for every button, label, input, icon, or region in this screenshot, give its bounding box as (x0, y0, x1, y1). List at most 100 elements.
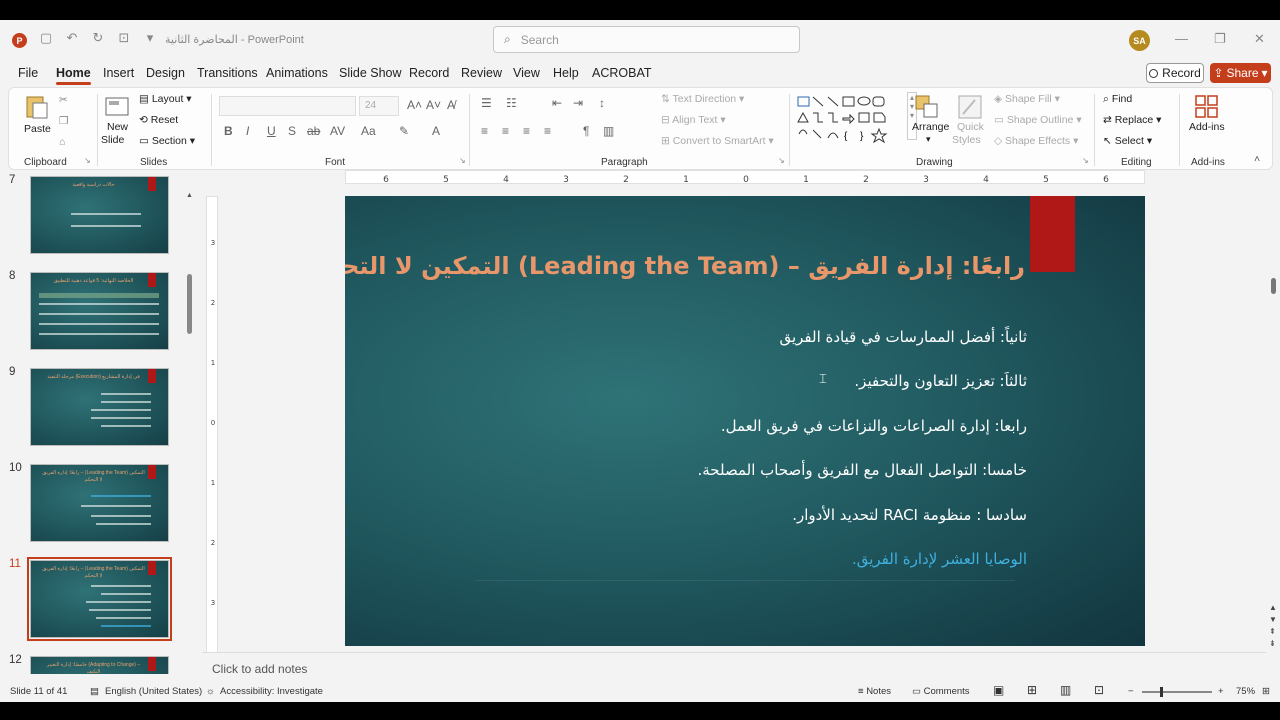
proofing-icon[interactable]: ▤ (90, 686, 99, 697)
paste-label[interactable]: Paste (24, 123, 51, 135)
slide-scrollbar[interactable]: ▲ ▼ ⇞ ⇟ (1266, 172, 1280, 662)
slide-sorter-icon[interactable]: ⊞ (1027, 683, 1037, 697)
new-slide-icon[interactable] (104, 94, 130, 120)
thumbnails-scrollbar[interactable]: ▲ ▼ (186, 192, 194, 692)
zoom-level[interactable]: 75% (1236, 686, 1255, 697)
reset-button[interactable]: ⟲ Reset (139, 114, 178, 126)
format-painter-icon[interactable]: ⌂ (59, 136, 65, 148)
tab-review[interactable]: Review (461, 66, 502, 80)
arrange-label[interactable]: Arrange (912, 121, 949, 133)
slide-thumbnail-selected[interactable]: رابعًا: إدارة الفريق – (Leading the Team… (27, 557, 172, 641)
decrease-indent-icon[interactable]: ⇤ (552, 96, 562, 110)
cut-icon[interactable]: ✂ (59, 94, 68, 106)
redo-icon[interactable]: ↻ (90, 30, 106, 46)
shape-effects-button[interactable]: ◇ Shape Effects ▾ (994, 135, 1078, 147)
shadow-icon[interactable]: S (288, 124, 296, 138)
shape-fill-button[interactable]: ◈ Shape Fill ▾ (994, 93, 1060, 105)
language-label[interactable]: English (United States) (105, 686, 202, 697)
zoom-in-icon[interactable]: + (1218, 686, 1224, 697)
section-button[interactable]: ▭ Section ▾ (139, 135, 195, 147)
slideshow-icon[interactable]: ⊡ (1094, 683, 1104, 697)
customize-qat-icon[interactable]: ▾ (142, 30, 158, 46)
grow-font-icon[interactable]: A˄ (407, 98, 422, 112)
clipboard-launcher-icon[interactable]: ↘ (84, 156, 91, 165)
scroll-up-icon[interactable]: ▲ (186, 192, 193, 199)
record-button[interactable]: Record (1146, 63, 1204, 83)
underline-icon[interactable]: U (267, 124, 276, 138)
search-input[interactable]: ⌕ Search (493, 26, 800, 53)
notes-pane[interactable]: Click to add notes (202, 652, 1266, 682)
justify-icon[interactable]: ≡ (544, 124, 551, 138)
bullet-item[interactable]: ثالثاَ: تعزيز التعاون والتحفيز. (854, 372, 1027, 390)
rtl-icon[interactable]: ¶ (583, 124, 589, 138)
normal-view-icon[interactable]: ▣ (993, 683, 1004, 697)
copy-icon[interactable]: ❐ (59, 115, 68, 127)
bullet-link[interactable]: الوصايا العشر لإدارة الفريق. (852, 550, 1027, 568)
arrange-icon[interactable] (914, 94, 940, 120)
paste-icon[interactable] (24, 94, 50, 120)
tab-acrobat[interactable]: ACROBAT (592, 66, 652, 80)
font-size-select[interactable]: 24 (359, 96, 399, 116)
comments-button[interactable]: ▭ Comments (912, 686, 970, 697)
share-button[interactable]: ⇪ Share ▾ (1210, 63, 1271, 83)
change-case-icon[interactable]: Aa (361, 124, 376, 138)
accessibility-label[interactable]: Accessibility: Investigate (220, 686, 323, 697)
slide-title[interactable]: رابعًا: إدارة الفريق – (Leading the Team… (345, 252, 1025, 280)
tab-view[interactable]: View (513, 66, 540, 80)
select-button[interactable]: ↖ Select ▾ (1103, 135, 1152, 147)
quick-styles-label-1[interactable]: Quick (957, 121, 984, 133)
minimize-icon[interactable]: — (1175, 31, 1188, 46)
italic-icon[interactable]: I (246, 124, 249, 138)
avatar[interactable]: SA (1129, 30, 1150, 51)
tab-home[interactable]: Home (56, 66, 91, 85)
accessibility-icon[interactable]: ☼ (206, 686, 215, 697)
drawing-launcher-icon[interactable]: ↘ (1082, 156, 1089, 165)
scroll-controls[interactable]: ▲ ▼ ⇞ ⇟ (1269, 602, 1277, 650)
increase-indent-icon[interactable]: ⇥ (573, 96, 583, 110)
present-icon[interactable]: ⊡ (116, 30, 132, 46)
new-slide-label-1[interactable]: New (107, 121, 128, 133)
bullet-item[interactable]: رابعا: إدارة الصراعات والنزاعات في فريق … (721, 417, 1027, 435)
maximize-icon[interactable]: ❐ (1214, 31, 1226, 47)
highlight-icon[interactable]: ✎ (399, 124, 409, 138)
zoom-slider-thumb[interactable] (1160, 687, 1163, 697)
align-right-icon[interactable]: ≡ (523, 124, 530, 138)
add-ins-icon[interactable] (1194, 94, 1220, 120)
slide-thumbnail[interactable]: رابعًا: إدارة الفريق – (Leading the Team… (30, 464, 169, 542)
bullets-icon[interactable]: ☰ (481, 96, 492, 110)
save-icon[interactable]: ▢ (38, 30, 54, 46)
align-text-button[interactable]: ⊟ Align Text ▾ (661, 114, 726, 126)
tab-transitions[interactable]: Transitions (197, 66, 258, 80)
scrollbar-thumb[interactable] (187, 274, 192, 334)
quick-styles-icon[interactable] (957, 94, 983, 120)
align-left-icon[interactable]: ≡ (481, 124, 488, 138)
notes-button[interactable]: ≡ Notes (858, 686, 891, 697)
replace-button[interactable]: ⇄ Replace ▾ (1103, 114, 1161, 126)
strikethrough-icon[interactable]: ab (307, 124, 320, 138)
font-family-select[interactable] (219, 96, 356, 116)
bold-icon[interactable]: B (224, 124, 233, 138)
font-launcher-icon[interactable]: ↘ (459, 156, 466, 165)
slide-thumbnail[interactable]: خامسًا: إدارة التغيير (Adapting to Chang… (30, 656, 169, 674)
close-icon[interactable]: ✕ (1254, 31, 1265, 47)
numbering-icon[interactable]: ☷ (506, 96, 517, 110)
tab-slide-show[interactable]: Slide Show (339, 66, 402, 80)
tab-insert[interactable]: Insert (103, 66, 134, 80)
quick-styles-label-2[interactable]: Styles (952, 134, 981, 146)
shrink-font-icon[interactable]: A˅ (426, 98, 441, 112)
new-slide-label-2[interactable]: Slide (101, 134, 124, 146)
bullet-item[interactable]: سادسا : منظومة RACI لتحديد الأدوار. (792, 506, 1027, 524)
current-slide[interactable]: رابعًا: إدارة الفريق – (Leading the Team… (345, 196, 1145, 646)
reading-view-icon[interactable]: ▥ (1060, 683, 1071, 697)
shapes-gallery[interactable]: {} (797, 94, 905, 146)
char-spacing-icon[interactable]: AV (330, 124, 345, 138)
find-button[interactable]: ⌕ Find (1103, 93, 1132, 106)
bullet-item[interactable]: ثانياً: أفضل الممارسات في قيادة الفريق (779, 328, 1027, 346)
scrollbar-thumb[interactable] (1271, 278, 1276, 294)
collapse-ribbon-icon[interactable]: ˄ (1254, 153, 1260, 165)
shape-outline-button[interactable]: ▭ Shape Outline ▾ (994, 114, 1082, 126)
tab-record[interactable]: Record (409, 66, 449, 80)
slide-thumbnail[interactable]: مرحلة التنفيذ (Execution) في إدارة المشا… (30, 368, 169, 446)
bullet-item[interactable]: خامسا: التواصل الفعال مع الفريق وأصحاب ا… (697, 461, 1027, 479)
fit-to-window-icon[interactable]: ⊞ (1262, 686, 1270, 697)
